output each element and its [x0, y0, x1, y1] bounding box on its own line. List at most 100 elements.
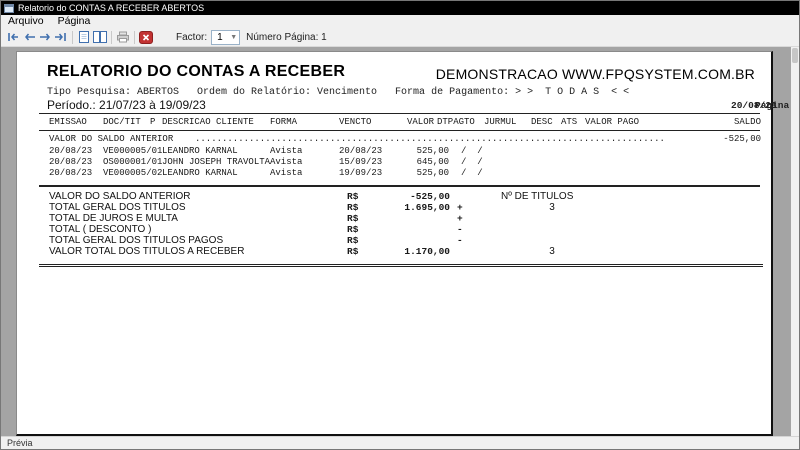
column-header: P: [150, 117, 156, 127]
summary-label: TOTAL ( DESCONTO ): [49, 224, 152, 235]
factor-value: 1: [217, 31, 223, 43]
column-header: DESCRICAO CLIENTE: [162, 117, 254, 127]
next-page-button[interactable]: [37, 29, 53, 45]
first-page-button[interactable]: [5, 29, 21, 45]
previous-page-icon: [24, 33, 35, 41]
one-page-view-icon: [79, 31, 89, 43]
cell-doc: OS000001/01: [103, 157, 163, 167]
first-page-icon: [8, 33, 18, 41]
cell-emissao: 20/08/23: [49, 146, 93, 156]
summary-value: 1.170,00: [404, 246, 450, 257]
summary-count: 3: [549, 246, 555, 257]
summary-sign: +: [457, 213, 463, 224]
cell-doc: VE000005/01: [103, 146, 163, 156]
saldo-anterior-value: -525,00: [723, 134, 761, 144]
two-page-view-button[interactable]: [92, 29, 108, 45]
divider: [39, 130, 760, 131]
column-header: VALOR: [407, 117, 435, 127]
summary-sign: -: [457, 235, 463, 246]
cell-valor: 525,00: [416, 168, 449, 178]
two-page-view-icon: [93, 31, 107, 43]
menubar: Arquivo Página: [1, 15, 799, 28]
menu-arquivo[interactable]: Arquivo: [1, 15, 51, 28]
titlebar: Relatorio do CONTAS A RECEBER ABERTOS: [1, 1, 799, 15]
table-row: 20/08/23 VE000005/01 LEANDRO KARNAL Avista 2…: [17, 146, 774, 157]
table-header-row: EMISSAO DOC/TIT P DESCRICAO CLIENTE FORMA VEN…: [17, 117, 774, 128]
cell-valor: 525,00: [416, 146, 449, 156]
next-page-icon: [39, 33, 50, 41]
cell-cliente: JOHN JOSEPH TRAVOLTA: [162, 157, 271, 167]
statusbar: Prévia: [1, 436, 799, 449]
column-header: FORMA: [270, 117, 298, 127]
column-header: VENCTO: [339, 117, 372, 127]
dot-leader: ........................................…: [195, 134, 665, 144]
status-text: Prévia: [7, 438, 33, 448]
close-icon: [139, 30, 153, 44]
summary-label: TOTAL DE JUROS E MULTA: [49, 213, 178, 224]
print-button[interactable]: [115, 29, 131, 45]
cell-forma: Avista: [270, 146, 303, 156]
summary-label: TOTAL GERAL DOS TITULOS: [49, 202, 186, 213]
menu-pagina[interactable]: Página: [51, 15, 98, 28]
count-header: Nº DE TITULOS: [501, 191, 574, 202]
summary-value: 1.695,00: [404, 202, 450, 213]
preview-area: RELATORIO DO CONTAS A RECEBER DEMONSTRAC…: [1, 47, 800, 436]
column-header: VALOR PAGO: [585, 117, 640, 127]
summary-row: TOTAL ( DESCONTO ) R$ -: [17, 224, 774, 235]
cell-forma: Avista: [270, 168, 303, 178]
cell-vencto: 15/09/23: [339, 157, 383, 167]
window-title: Relatorio do CONTAS A RECEBER ABERTOS: [18, 3, 205, 13]
summary-row: TOTAL GERAL DOS TITULOS PAGOS R$ -: [17, 235, 774, 246]
column-header: ATS: [561, 117, 578, 127]
saldo-anterior-row: VALOR DO SALDO ANTERIOR.................…: [17, 134, 774, 145]
cell-vencto: 19/09/23: [339, 168, 383, 178]
summary-label: TOTAL GERAL DOS TITULOS PAGOS: [49, 235, 224, 246]
cell-emissao: 20/08/23: [49, 168, 93, 178]
summary-row: TOTAL DE JUROS E MULTA R$ +: [17, 213, 774, 224]
column-header: SALDO: [733, 117, 761, 127]
cell-valor: 645,00: [416, 157, 449, 167]
summary-sign: +: [457, 202, 463, 213]
toolbar-separator: [72, 30, 73, 44]
summary-sign: -: [457, 224, 463, 235]
cell-forma: Avista: [270, 157, 303, 167]
factor-select[interactable]: 1 ▼: [211, 29, 241, 45]
divider: [39, 113, 760, 114]
cell-dtpagto: / /: [461, 168, 483, 178]
saldo-anterior-label: VALOR DO SALDO ANTERIOR: [49, 134, 174, 144]
vertical-scrollbar[interactable]: ▼: [791, 47, 799, 449]
cell-emissao: 20/08/23: [49, 157, 93, 167]
cell-dtpagto: / /: [461, 157, 483, 167]
last-page-button[interactable]: [53, 29, 69, 45]
factor-label: Factor:: [176, 31, 208, 43]
report-page: RELATORIO DO CONTAS A RECEBER DEMONSTRAC…: [16, 51, 800, 436]
column-header: DOC/TIT: [103, 117, 141, 127]
divider-double: [39, 264, 763, 267]
scrollbar-thumb[interactable]: [792, 48, 798, 63]
report-filters: Tipo Pesquisa: ABERTOS Ordem do Relatóri…: [47, 87, 630, 98]
demo-banner: DEMONSTRACAO WWW.FPQSYSTEM.COM.BR: [435, 66, 755, 82]
divider-thick: [39, 185, 760, 187]
toolbar-separator: [134, 30, 135, 44]
cell-doc: VE000005/02: [103, 168, 163, 178]
summary-row: TOTAL GERAL DOS TITULOS R$ 1.695,00 +3: [17, 202, 774, 213]
summary-row: VALOR TOTAL DOS TITULOS A RECEBER R$ 1.170…: [17, 246, 774, 257]
currency-symbol: R$: [347, 224, 359, 235]
summary-row: VALOR DO SALDO ANTERIOR R$ -525,00 Nº DE TI…: [17, 191, 774, 202]
previous-page-button[interactable]: [21, 29, 37, 45]
last-page-icon: [55, 33, 66, 41]
page-number-label: Número Página: 1: [246, 31, 327, 43]
column-header: DESC: [531, 117, 553, 127]
one-page-view-button[interactable]: [76, 29, 92, 45]
cell-cliente: LEANDRO KARNAL: [162, 168, 238, 178]
toolbar: Factor: 1 ▼ Número Página: 1: [1, 28, 799, 47]
currency-symbol: R$: [347, 235, 359, 246]
column-header: DTPAGTO: [437, 117, 475, 127]
close-preview-button[interactable]: [138, 29, 154, 45]
cell-dtpagto: / /: [461, 146, 483, 156]
table-row: 20/08/23 VE000005/02 LEANDRO KARNAL Avista 1…: [17, 168, 774, 179]
summary-label: VALOR DO SALDO ANTERIOR: [49, 191, 191, 202]
summary-value: -525,00: [410, 191, 450, 202]
summary-count: 3: [549, 202, 555, 213]
summary-label: VALOR TOTAL DOS TITULOS A RECEBER: [49, 246, 245, 257]
